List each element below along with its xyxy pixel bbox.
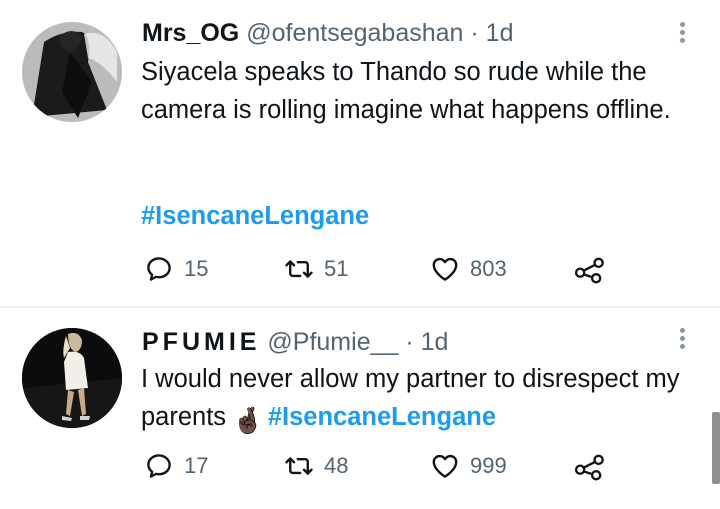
- like-count: 999: [470, 453, 507, 478]
- user-handle[interactable]: @ofentsegabashan: [246, 19, 463, 47]
- tweet-1[interactable]: Mrs_OG @ofentsegabashan · 1d Siyacela sp…: [0, 0, 720, 306]
- tweet-text: Siyacela speaks to Thando so rude while …: [141, 58, 671, 124]
- like-button[interactable]: 803: [430, 253, 507, 285]
- retweet-count: 51: [324, 256, 349, 281]
- heart-icon: [432, 257, 458, 281]
- speech-bubble-icon: [147, 257, 171, 281]
- display-name[interactable]: Mrs_OG: [142, 19, 239, 47]
- separator-dot: ·: [470, 19, 479, 47]
- tweet-2[interactable]: PFUMIE @Pfumie__ · 1d I would never allo…: [0, 308, 720, 509]
- hashtag-line: #IsencaneLengane: [141, 197, 369, 235]
- tweet-text-block: I would never allow my partner to disres…: [141, 360, 701, 440]
- reply-button[interactable]: 15: [144, 253, 208, 285]
- user-handle[interactable]: @Pfumie__: [267, 328, 398, 356]
- share-button[interactable]: [574, 253, 606, 285]
- display-name[interactable]: PFUMIE: [142, 328, 260, 356]
- speech-bubble-icon: [147, 454, 171, 478]
- hashtag-link[interactable]: #IsencaneLengane: [268, 403, 496, 431]
- crossed-fingers-emoji: 🤞🏿: [232, 407, 264, 435]
- hashtag-link[interactable]: #IsencaneLengane: [141, 202, 369, 230]
- scrollbar-thumb[interactable]: [712, 412, 720, 484]
- avatar-photo: [22, 328, 122, 428]
- share-button[interactable]: [574, 450, 606, 482]
- timestamp[interactable]: 1d: [486, 19, 514, 47]
- reply-button[interactable]: 17: [144, 450, 208, 482]
- avatar[interactable]: [22, 328, 122, 428]
- retweet-count: 48: [324, 453, 349, 478]
- avatar[interactable]: [22, 22, 122, 122]
- more-options-icon[interactable]: [678, 328, 688, 352]
- tweet-header: Mrs_OG @ofentsegabashan · 1d: [142, 18, 513, 48]
- tweet-header: PFUMIE @Pfumie__ · 1d: [142, 327, 448, 357]
- more-options-icon[interactable]: [678, 22, 688, 46]
- like-count: 803: [470, 256, 507, 281]
- share-nodes-icon: [574, 257, 604, 284]
- heart-icon: [432, 454, 458, 478]
- retweet-arrows-icon: [285, 260, 313, 278]
- separator-dot: ·: [405, 328, 414, 356]
- reply-count: 15: [184, 256, 209, 281]
- retweet-button[interactable]: 48: [284, 450, 348, 482]
- timestamp[interactable]: 1d: [421, 328, 449, 356]
- share-nodes-icon: [574, 454, 604, 481]
- retweet-arrows-icon: [285, 457, 313, 475]
- reply-count: 17: [184, 453, 209, 478]
- action-bar: 17 48 999: [144, 450, 624, 482]
- avatar-photo: [22, 22, 122, 122]
- retweet-button[interactable]: 51: [284, 253, 348, 285]
- like-button[interactable]: 999: [430, 450, 507, 482]
- action-bar: 15 51 803: [144, 253, 624, 285]
